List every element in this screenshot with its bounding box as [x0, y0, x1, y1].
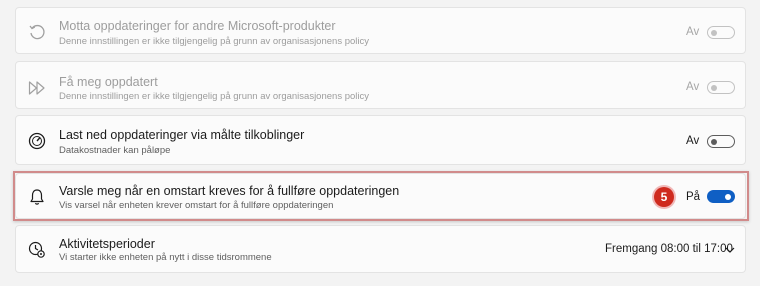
setting-row-metered-connections: Last ned oppdateringer via målte tilkobl… — [15, 115, 746, 165]
clock-gear-icon — [28, 241, 45, 258]
get-up-to-date-toggle[interactable] — [707, 81, 735, 94]
refresh-icon — [29, 24, 45, 40]
toggle-knob — [711, 138, 717, 145]
active-hours-value: Fremgang 08:00 til 17:00 — [605, 243, 733, 255]
setting-row-other-products: Motta oppdateringer for andre Microsoft-… — [15, 7, 746, 54]
other-products-toggle[interactable] — [707, 26, 735, 39]
setting-title: Last ned oppdateringer via målte tilkobl… — [59, 128, 305, 142]
setting-title: Aktivitetsperioder — [59, 237, 155, 251]
setting-description: Denne innstillingen er ikke tilgjengelig… — [59, 91, 369, 102]
fast-forward-icon — [28, 81, 45, 95]
setting-description: Vi starter ikke enheten på nytt i disse … — [59, 252, 272, 263]
chevron-down-icon[interactable] — [724, 245, 736, 255]
step-badge: 5 — [654, 187, 674, 207]
gauge-icon — [28, 132, 46, 150]
toggle-state-label: Av — [686, 26, 700, 38]
setting-title: Få meg oppdatert — [59, 75, 158, 89]
highlight-frame — [13, 171, 749, 221]
setting-row-get-up-to-date: Få meg oppdatert Denne innstillingen er … — [15, 61, 746, 109]
toggle-knob — [711, 29, 717, 36]
metered-connections-toggle[interactable] — [707, 135, 735, 148]
setting-title: Motta oppdateringer for andre Microsoft-… — [59, 19, 336, 33]
toggle-knob — [711, 84, 717, 91]
setting-row-active-hours[interactable]: Aktivitetsperioder Vi starter ikke enhet… — [15, 225, 746, 273]
toggle-state-label: Av — [686, 81, 700, 93]
setting-description: Denne innstillingen er ikke tilgjengelig… — [59, 36, 369, 47]
setting-description: Datakostnader kan påløpe — [59, 145, 171, 156]
toggle-state-label: Av — [686, 135, 700, 147]
